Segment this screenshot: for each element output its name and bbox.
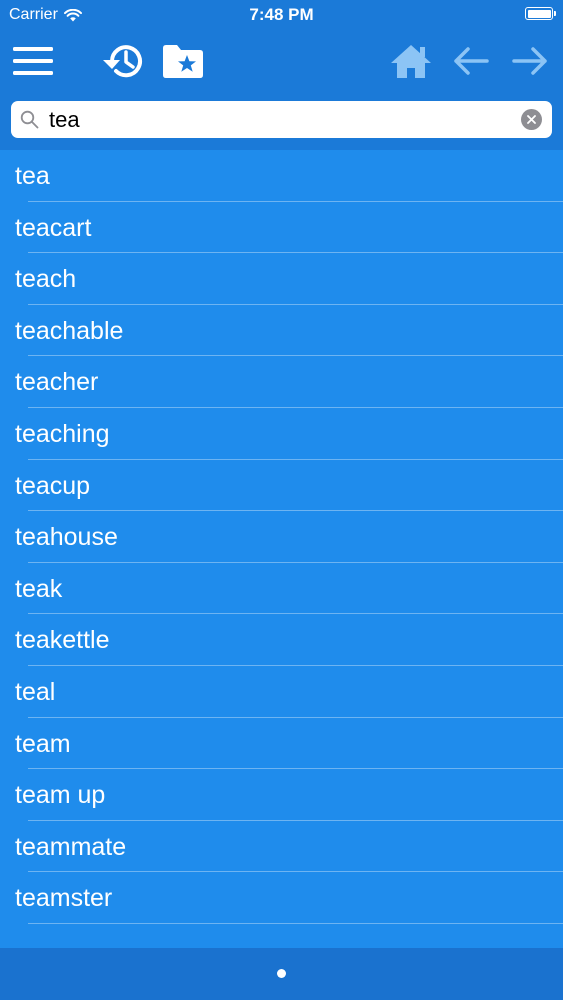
list-item-label: teacup	[15, 471, 91, 500]
list-item[interactable]: team	[0, 718, 563, 770]
list-item[interactable]: teammate	[0, 821, 563, 873]
list-item-label: tea	[15, 162, 50, 190]
status-bar: Carrier 7:48 PM	[0, 0, 563, 30]
list-item-label: teacher	[15, 368, 99, 397]
list-item[interactable]: tea	[0, 150, 563, 202]
page-indicator-dot[interactable]	[277, 969, 286, 978]
list-item-label: teak	[15, 574, 63, 603]
search-field[interactable]	[11, 101, 552, 138]
list-item-label: teal	[15, 677, 56, 706]
home-button[interactable]	[386, 36, 436, 86]
list-item[interactable]: teach	[0, 253, 563, 305]
home-icon	[391, 45, 431, 78]
bottom-bar	[0, 948, 563, 1000]
close-icon	[527, 115, 536, 124]
list-item-label: teachable	[15, 316, 124, 345]
list-item-label: teamster	[15, 884, 113, 913]
forward-button[interactable]	[505, 36, 555, 86]
list-item[interactable]: teal	[0, 666, 563, 718]
history-icon	[103, 45, 142, 78]
favorites-folder-icon	[163, 45, 203, 78]
list-item-label: teakettle	[15, 626, 110, 655]
back-button[interactable]	[446, 36, 496, 86]
list-item-label: teahouse	[15, 523, 118, 552]
search-icon	[20, 110, 39, 129]
back-arrow-icon	[454, 47, 489, 75]
list-item[interactable]: team up	[0, 769, 563, 821]
list-item[interactable]: teahouse	[0, 511, 563, 563]
list-item[interactable]: teachable	[0, 305, 563, 357]
list-item[interactable]: teaching	[0, 408, 563, 460]
menu-icon	[13, 47, 53, 75]
list-item-label: team	[15, 729, 71, 758]
list-item[interactable]: teacart	[0, 202, 563, 254]
menu-button[interactable]	[8, 36, 58, 86]
forward-arrow-icon	[512, 47, 547, 75]
favorites-button[interactable]	[158, 36, 208, 86]
list-item-label: teammate	[15, 832, 127, 861]
clock: 7:48 PM	[249, 5, 314, 24]
battery-icon	[525, 7, 556, 20]
list-item[interactable]: teacup	[0, 460, 563, 512]
list-item-label: team up	[15, 781, 106, 810]
search-input[interactable]	[49, 103, 509, 136]
history-button[interactable]	[98, 36, 148, 86]
search-bar	[0, 92, 563, 150]
word-list: tea teacart teach teachable teacher teac…	[0, 150, 563, 948]
list-item-label: teacart	[15, 213, 92, 242]
list-item-label: teaching	[15, 419, 110, 448]
toolbar	[0, 30, 563, 92]
list-item[interactable]: teacher	[0, 356, 563, 408]
clear-search-button[interactable]	[521, 109, 542, 130]
list-item[interactable]: teakettle	[0, 614, 563, 666]
list-item[interactable]: teamster	[0, 872, 563, 924]
list-item[interactable]: teak	[0, 563, 563, 615]
list-item-label: teach	[15, 265, 77, 294]
